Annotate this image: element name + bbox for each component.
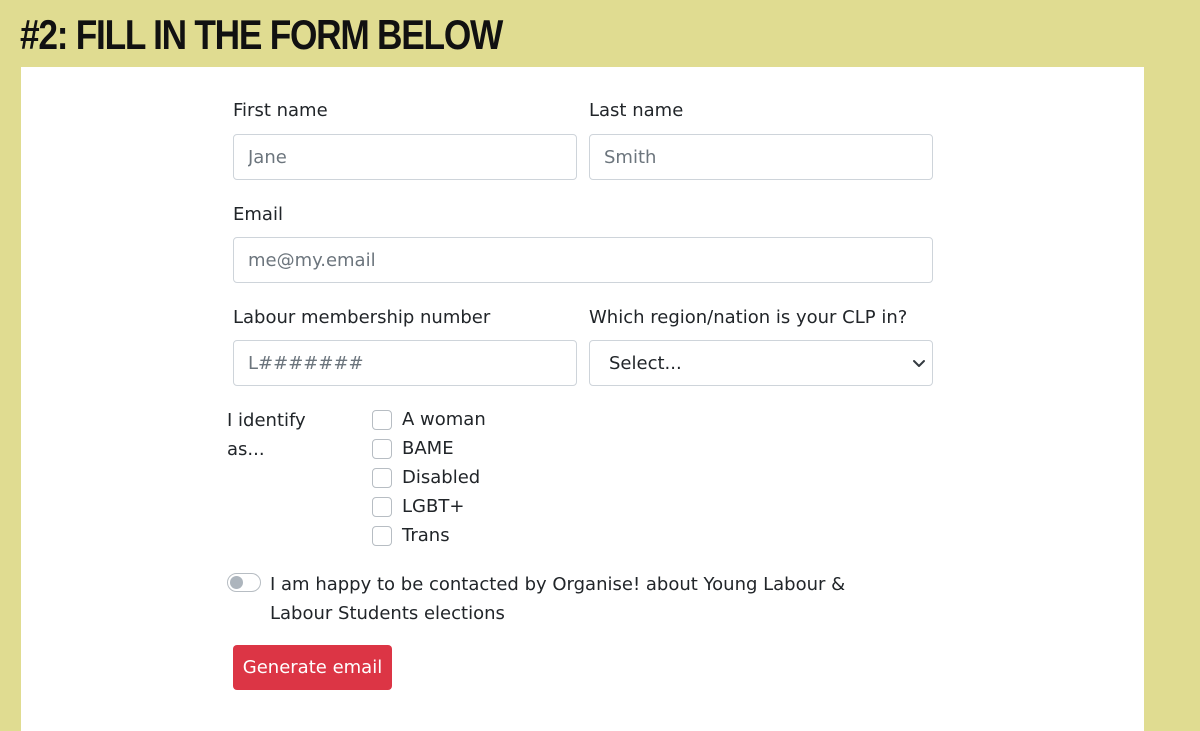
- region-select[interactable]: Select...: [589, 340, 933, 386]
- page-title: #2: FILL IN THE FORM BELOW: [20, 11, 503, 58]
- checkbox[interactable]: [372, 468, 392, 488]
- region-label: Which region/nation is your CLP in?: [589, 307, 908, 328]
- form-card: First name Last name Email Labour member…: [21, 67, 1144, 731]
- identify-label-line-2: as...: [227, 439, 265, 460]
- checkbox[interactable]: [372, 439, 392, 459]
- last-name-label: Last name: [589, 100, 684, 121]
- chevron-down-icon: [913, 360, 925, 367]
- checkbox[interactable]: [372, 497, 392, 517]
- generate-email-button[interactable]: Generate email: [233, 645, 392, 690]
- email-input[interactable]: [233, 237, 933, 283]
- contact-consent-label: I am happy to be contacted by Organise! …: [270, 574, 846, 624]
- identity-option-label: LGBT+: [402, 496, 465, 517]
- identity-option-label: Disabled: [402, 467, 481, 488]
- region-select-value: Select...: [609, 353, 682, 374]
- identify-label-line-1: I identify: [227, 410, 306, 431]
- checkbox[interactable]: [372, 410, 392, 430]
- first-name-label: First name: [233, 100, 328, 121]
- toggle-knob: [230, 576, 243, 589]
- membership-number-label: Labour membership number: [233, 307, 491, 328]
- first-name-input[interactable]: [233, 134, 577, 180]
- email-label: Email: [233, 204, 283, 225]
- membership-number-input[interactable]: [233, 340, 577, 386]
- last-name-input[interactable]: [589, 134, 933, 180]
- checkbox[interactable]: [372, 526, 392, 546]
- identity-option-label: BAME: [402, 438, 454, 459]
- contact-consent-toggle[interactable]: [227, 573, 261, 592]
- identity-option-label: A woman: [402, 409, 486, 430]
- identity-option-label: Trans: [402, 525, 450, 546]
